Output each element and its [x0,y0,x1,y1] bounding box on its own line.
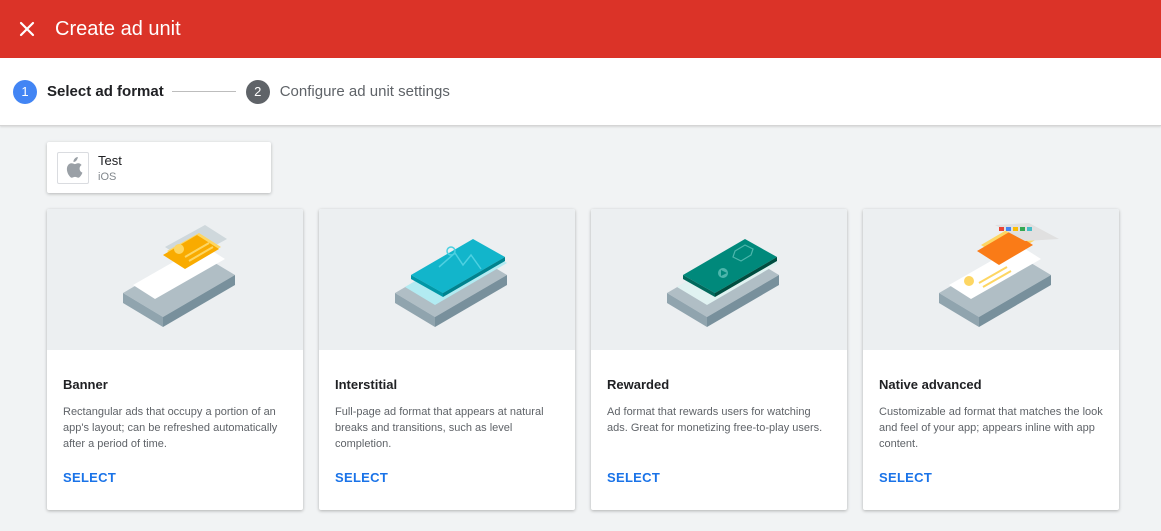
step-select-ad-format[interactable]: 1 Select ad format [13,79,164,104]
stepper: 1 Select ad format 2 Configure ad unit s… [0,58,1161,126]
card-title: Native advanced [879,377,982,392]
interstitial-illustration-icon [395,238,507,327]
select-banner-button[interactable]: SELECT [63,470,116,485]
banner-illustration-icon [123,224,235,327]
ad-format-card-rewarded: Rewarded Ad format that rewards users fo… [591,209,847,510]
step-configure-ad-unit-settings[interactable]: 2 Configure ad unit settings [245,79,450,104]
step-label: Select ad format [47,83,164,100]
select-rewarded-button[interactable]: SELECT [607,470,660,485]
top-app-bar: Create ad unit [0,0,1161,58]
card-description: Customizable ad format that matches the … [879,406,1103,450]
app-card: Test iOS [47,142,271,193]
rewarded-illustration-icon [667,238,779,327]
card-description: Rectangular ads that occupy a portion of… [63,406,278,450]
native-advanced-illustration-icon [939,222,1059,327]
card-description: Full-page ad format that appears at natu… [335,406,544,450]
card-title: Banner [63,377,108,392]
card-title: Interstitial [335,377,398,392]
card-description: Ad format that rewards users for watchin… [607,406,823,434]
select-native-advanced-button[interactable]: SELECT [879,470,932,485]
card-title: Rewarded [607,377,670,392]
ad-format-card-banner: Banner Rectangular ads that occupy a por… [47,209,303,510]
page-title: Create ad unit [55,17,181,40]
close-button[interactable] [0,0,54,58]
step-number-badge: 1 [13,79,37,104]
step-label: Configure ad unit settings [279,83,450,100]
app-name: Test [98,152,122,168]
select-interstitial-button[interactable]: SELECT [335,470,388,485]
app-platform: iOS [98,170,117,183]
ad-format-card-native-advanced: Native advanced Customizable ad format t… [863,209,1119,510]
step-connector [171,91,236,92]
step-number-badge: 2 [245,79,270,104]
apple-icon [57,151,89,184]
ad-format-card-interstitial: Interstitial Full-page ad format that ap… [319,209,575,510]
close-icon [19,21,35,37]
